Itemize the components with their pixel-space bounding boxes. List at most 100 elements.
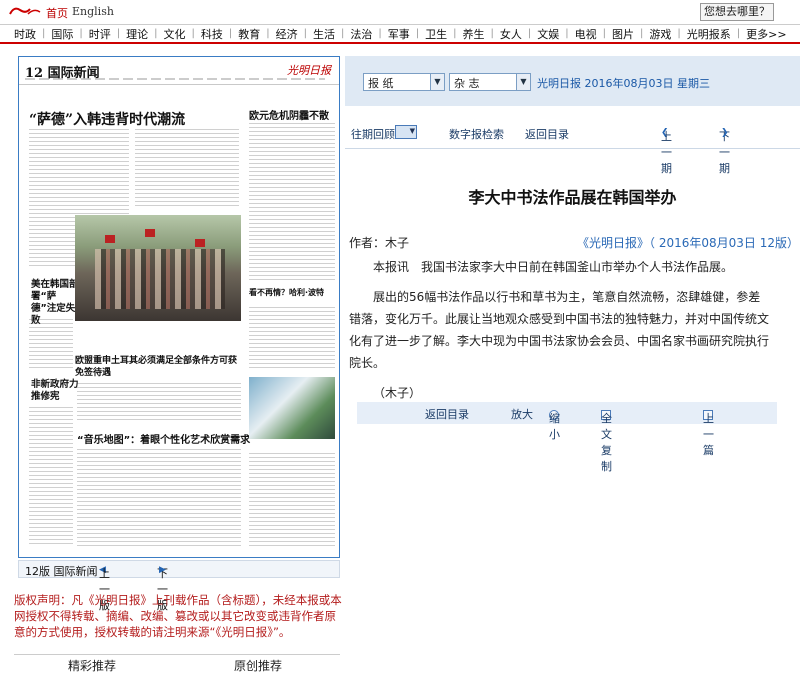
back-to-index-link[interactable]: 返回目录 bbox=[525, 126, 569, 142]
nav-item[interactable]: 军事 bbox=[388, 26, 410, 42]
shrink-label: 缩小 bbox=[549, 412, 560, 441]
article-paragraph: 展出的56幅书法作品以行书和草书为主，笔意自然流畅，恣肆雄健，参差错落，变化万千… bbox=[349, 290, 770, 370]
left-pane: 12 国际新闻 光明日报 “萨德”入韩违背时代潮流 欧元危机阴霾不散 美在韩国部… bbox=[0, 44, 345, 673]
nav-item[interactable]: 更多>> bbox=[746, 26, 786, 42]
article-source[interactable]: 《光明日报》（ 2016年08月03日 12版） bbox=[577, 234, 799, 251]
paper-name: 光明日报 bbox=[287, 64, 331, 77]
nav-item[interactable]: 卫生 bbox=[425, 26, 447, 42]
text-block bbox=[249, 307, 335, 371]
article-title: 李大中书法作品展在韩国举办 bbox=[468, 188, 677, 207]
paper-headline-rs: 看不再情？哈利·波特 bbox=[249, 288, 325, 297]
site-logo[interactable] bbox=[8, 4, 42, 18]
nav-item[interactable]: 国际 bbox=[51, 26, 73, 42]
text-block bbox=[135, 129, 239, 209]
nav-item[interactable]: 图片 bbox=[612, 26, 634, 42]
newspaper-page-image[interactable]: 12 国际新闻 光明日报 “萨德”入韩违背时代潮流 欧元危机阴霾不散 美在韩国部… bbox=[18, 56, 340, 558]
nav-separator: | bbox=[42, 28, 46, 39]
flag-mark bbox=[145, 229, 155, 237]
issue-date-info: 光明日报 2016年08月03日 星期三 bbox=[537, 77, 710, 90]
article-author: 作者：木子 bbox=[349, 236, 410, 250]
paper-headline-mid1: 欧盟重申土耳其必须满足全部条件方可获免签待遇 bbox=[75, 356, 238, 378]
mural-photo bbox=[249, 377, 335, 439]
nav-item[interactable]: 养生 bbox=[463, 26, 485, 42]
arrow-right-icon: ▶ bbox=[159, 565, 166, 575]
where-to-go-button[interactable]: 您想去哪里？ bbox=[700, 3, 774, 21]
toolbar: 往期回顾 数字报检索 返回目录 ❮上一期 下一期❯ bbox=[345, 124, 800, 175]
paper-header: 12 国际新闻 光明日报 bbox=[19, 57, 339, 85]
past-issues-link[interactable]: 往期回顾 bbox=[351, 126, 395, 142]
nav-separator: | bbox=[453, 28, 457, 39]
nav-separator: | bbox=[228, 28, 233, 39]
nav-item[interactable]: 文娱 bbox=[537, 26, 559, 42]
chevron-down-icon: ▼ bbox=[430, 74, 444, 90]
nav-separator: | bbox=[736, 28, 741, 39]
nav-separator: | bbox=[378, 28, 382, 39]
nav-separator: | bbox=[490, 28, 494, 39]
nav-separator: | bbox=[79, 28, 83, 39]
nav-item[interactable]: 生活 bbox=[313, 26, 335, 42]
right-pane: 报 纸 ▼ 杂 志 ▼ 光明日报 2016年08月03日 星期三 往期回顾 数字… bbox=[345, 44, 800, 622]
nav-item[interactable]: 时评 bbox=[89, 26, 111, 42]
divider bbox=[345, 148, 800, 149]
nav-item[interactable]: 电视 bbox=[575, 26, 597, 42]
copy-all-label: 全文复制 bbox=[601, 412, 612, 473]
nav-item[interactable]: 经济 bbox=[276, 26, 298, 42]
magazine-select[interactable]: 杂 志 ▼ bbox=[449, 73, 531, 91]
nav-separator: | bbox=[640, 28, 644, 39]
prev-issue-label: 上一期 bbox=[661, 130, 672, 175]
nav-item[interactable]: 时政 bbox=[14, 26, 36, 42]
calendar-icon[interactable] bbox=[395, 125, 417, 139]
paper-header-rule bbox=[25, 78, 325, 80]
digital-search-link[interactable]: 数字报检索 bbox=[449, 126, 504, 142]
paper-select[interactable]: 报 纸 ▼ bbox=[363, 73, 445, 91]
nav-separator: | bbox=[303, 28, 307, 39]
copyright-notice: 版权声明：凡《光明日报》上刊载作品（含标题），未经本报或本网授权不得转载、摘编、… bbox=[14, 593, 342, 639]
nav-item[interactable]: 光明报系 bbox=[687, 26, 731, 42]
article-paragraph: 本报讯 我国书法家李大中日前在韩国釜山市举办个人书法作品展。 bbox=[373, 260, 734, 274]
text-block bbox=[77, 449, 241, 549]
paper-headline-side2: 非新政府力推修宪 bbox=[31, 379, 79, 402]
nav-item[interactable]: 女人 bbox=[500, 26, 522, 42]
text-block bbox=[29, 407, 73, 547]
nav-separator: | bbox=[266, 28, 270, 39]
paper-headline-mid2: “音乐地图”：着眼个性化艺术欣赏需求 bbox=[77, 435, 251, 446]
text-block bbox=[249, 123, 335, 283]
flag-mark bbox=[195, 239, 205, 247]
paper-select-value: 报 纸 bbox=[368, 77, 394, 90]
nav-item[interactable]: 科技 bbox=[201, 26, 223, 42]
nav-separator: | bbox=[191, 28, 195, 39]
edition-label: 12版 国际新闻 bbox=[25, 565, 98, 578]
top-bar: 首页 English 您想去哪里？ bbox=[0, 0, 800, 24]
main-nav: 时政 | 国际 | 时评 | 理论 | 文化 | 科技 | 教育 | 经济 | 生活 | 法治 | 军事 | 卫生 | 养生 | 女… bbox=[0, 24, 800, 44]
nav-separator: | bbox=[415, 28, 420, 39]
protest-photo bbox=[75, 215, 241, 321]
nav-separator: | bbox=[565, 28, 569, 39]
selector-bar: 报 纸 ▼ 杂 志 ▼ 光明日报 2016年08月03日 星期三 bbox=[345, 56, 800, 106]
nav-item[interactable]: 教育 bbox=[238, 26, 260, 42]
article-back-link[interactable]: 返回目录 bbox=[425, 406, 469, 422]
nav-item[interactable]: 游戏 bbox=[649, 26, 671, 42]
page-nav-bar: 12版 国际新闻 ◀ 上一版 下一版 ▶ bbox=[18, 560, 340, 612]
text-block bbox=[249, 453, 335, 549]
paper-headline-side: 美在韩国部署“萨德”注定失败 bbox=[31, 279, 79, 326]
tab-original[interactable]: 原创推荐 bbox=[234, 657, 282, 674]
prev-article-label: 上一篇 bbox=[703, 412, 714, 457]
nav-item[interactable]: 文化 bbox=[164, 26, 186, 42]
nav-separator: | bbox=[602, 28, 606, 39]
nav-item[interactable]: 理论 bbox=[126, 26, 148, 42]
nav-separator: | bbox=[527, 28, 532, 39]
bottom-tabs: 精彩推荐 原创推荐 bbox=[14, 654, 340, 673]
nav-separator: | bbox=[341, 28, 345, 39]
nav-item[interactable]: 法治 bbox=[350, 26, 372, 42]
home-link[interactable]: 首页 bbox=[46, 5, 68, 21]
paper-headline-right: 欧元危机阴霾不散 bbox=[249, 111, 329, 122]
magazine-select-value: 杂 志 bbox=[454, 77, 480, 90]
enlarge-button[interactable]: 放大 bbox=[511, 406, 533, 422]
article-body: 本报讯 我国书法家李大中日前在韩国釜山市举办个人书法作品展。 展出的56幅书法作… bbox=[349, 256, 769, 412]
nav-separator: | bbox=[154, 28, 158, 39]
english-link[interactable]: English bbox=[72, 5, 114, 18]
article-action-bar: 返回目录 放大 缩小 全文复制 上一篇 bbox=[357, 402, 777, 473]
chevron-right-icon: ❯ bbox=[721, 128, 729, 138]
tab-featured[interactable]: 精彩推荐 bbox=[68, 657, 116, 674]
paper-headline-main: “萨德”入韩违背时代潮流 bbox=[29, 112, 186, 128]
